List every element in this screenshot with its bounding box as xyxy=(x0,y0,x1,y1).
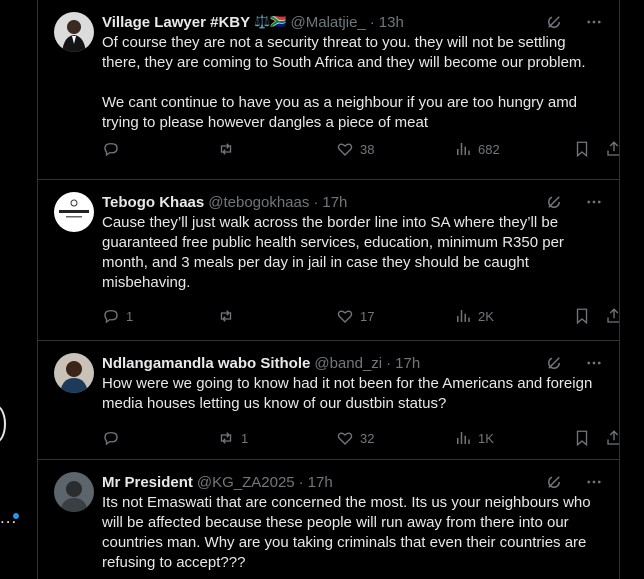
view-count: 2K xyxy=(478,308,494,324)
more-options-icon[interactable] xyxy=(585,13,603,31)
share-icon[interactable] xyxy=(605,140,619,158)
tweet-actions: 1 32 1K xyxy=(102,428,619,448)
reply-tweet[interactable]: Ndlangamandla wabo Sithole @band_zi · 17… xyxy=(38,341,619,460)
tweet-header: Village Lawyer #KBY ⚖️🇿🇦 @Malatjie_ · 13… xyxy=(102,13,404,31)
grok-icon[interactable] xyxy=(545,193,563,211)
tweet-header: Mr President @KG_ZA2025 · 17h xyxy=(102,473,333,491)
view-count: 1K xyxy=(478,430,494,446)
like-count: 38 xyxy=(360,141,375,157)
reply-tweet[interactable]: Village Lawyer #KBY ⚖️🇿🇦 @Malatjie_ · 13… xyxy=(38,0,619,180)
tweet-header: Tebogo Khaas @tebogokhaas · 17h xyxy=(102,193,348,211)
profile-emoji: ⚖️🇿🇦 xyxy=(254,14,287,29)
share-icon[interactable] xyxy=(605,307,619,325)
retweet-button[interactable]: 1 xyxy=(217,429,248,447)
grok-icon[interactable] xyxy=(545,13,563,31)
reply-count: 1 xyxy=(126,308,134,324)
avatar[interactable] xyxy=(54,192,94,232)
tweet-text: How were we going to know had it not bee… xyxy=(102,375,597,412)
share-icon[interactable] xyxy=(605,429,619,447)
reply-button[interactable]: 1 xyxy=(102,307,133,325)
display-name[interactable]: Tebogo Khaas xyxy=(102,194,204,211)
bookmark-icon[interactable] xyxy=(573,140,591,158)
display-name[interactable]: Ndlangamandla wabo Sithole xyxy=(102,355,310,372)
display-name[interactable]: Mr President xyxy=(102,474,193,491)
more-options-icon[interactable] xyxy=(585,354,603,372)
tweet-text: Of course they are not a security threat… xyxy=(102,34,586,131)
like-button[interactable]: 17 xyxy=(336,307,374,325)
timestamp[interactable]: 17h xyxy=(322,194,347,211)
timestamp[interactable]: 17h xyxy=(395,355,420,372)
avatar[interactable] xyxy=(54,12,94,52)
avatar[interactable] xyxy=(54,472,94,512)
handle[interactable]: @band_zi xyxy=(314,355,382,372)
like-count: 17 xyxy=(360,308,375,324)
grok-icon[interactable] xyxy=(545,354,563,372)
compose-button-edge[interactable] xyxy=(0,405,6,443)
more-options-icon[interactable] xyxy=(585,473,603,491)
display-name[interactable]: Village Lawyer #KBY xyxy=(102,14,250,31)
more-options-icon[interactable] xyxy=(585,193,603,211)
like-count: 32 xyxy=(360,430,375,446)
like-button[interactable]: 32 xyxy=(336,429,374,447)
avatar[interactable] xyxy=(54,353,94,393)
bookmark-icon[interactable] xyxy=(573,429,591,447)
timestamp[interactable]: 13h xyxy=(379,14,404,31)
views-button[interactable]: 682 xyxy=(454,140,500,158)
handle[interactable]: @Malatjie_ xyxy=(291,14,366,31)
tweet-actions: 1 17 2K xyxy=(102,306,619,326)
retweet-count: 1 xyxy=(241,430,249,446)
reply-tweet[interactable]: Mr President @KG_ZA2025 · 17h Its not Em… xyxy=(38,460,619,579)
handle[interactable]: @tebogokhaas xyxy=(208,194,309,211)
tweet-header: Ndlangamandla wabo Sithole @band_zi · 17… xyxy=(102,354,421,372)
bookmark-icon[interactable] xyxy=(573,307,591,325)
left-sidebar-edge: ... xyxy=(0,0,37,579)
handle[interactable]: @KG_ZA2025 xyxy=(197,474,295,491)
retweet-button[interactable] xyxy=(217,140,241,158)
like-button[interactable]: 38 xyxy=(336,140,374,158)
tweet-text: Cause they’ll just walk across the borde… xyxy=(102,214,569,291)
views-button[interactable]: 1K xyxy=(454,429,494,447)
grok-icon[interactable] xyxy=(545,473,563,491)
reply-button[interactable] xyxy=(102,140,126,158)
replies-feed: Village Lawyer #KBY ⚖️🇿🇦 @Malatjie_ · 13… xyxy=(37,0,620,579)
tweet-actions: 38 682 xyxy=(102,139,619,159)
notification-dot xyxy=(13,513,19,519)
view-count: 682 xyxy=(478,141,500,157)
retweet-button[interactable] xyxy=(217,307,241,325)
reply-button[interactable] xyxy=(102,429,126,447)
tweet-text: Its not Emaswati that are concerned the … xyxy=(102,494,595,571)
views-button[interactable]: 2K xyxy=(454,307,494,325)
timestamp[interactable]: 17h xyxy=(308,474,333,491)
reply-tweet[interactable]: Tebogo Khaas @tebogokhaas · 17h Cause th… xyxy=(38,180,619,341)
